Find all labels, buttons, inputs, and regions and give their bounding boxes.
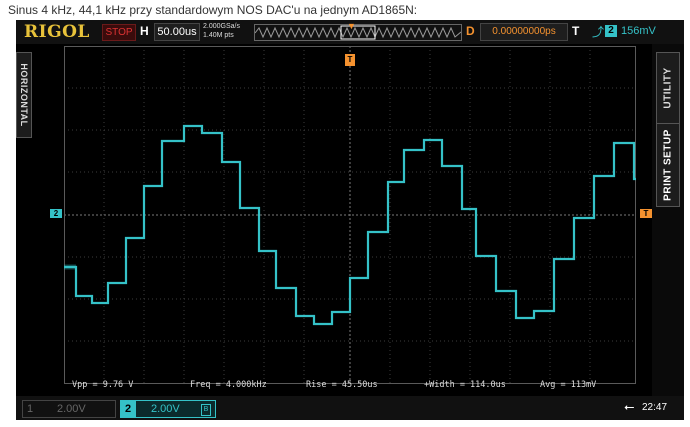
trigger-level-value[interactable]: 156mV [621, 25, 656, 37]
print-setup-tab-label: PRINT SETUP [662, 129, 674, 201]
horizontal-menu-tab[interactable]: HORIZONTAL [16, 52, 32, 138]
clock-time: 22:47 [642, 402, 668, 413]
memory-waveform-preview [254, 25, 462, 40]
measurement-rise: Rise = 45.50us [306, 380, 378, 390]
delay-label: D [466, 24, 475, 38]
channel2-number: 2 [120, 400, 136, 418]
memory-depth: 1.40M pts [203, 32, 234, 39]
channel2-indicator[interactable]: 2 2.00V B [120, 400, 216, 418]
waveform-graticule [64, 46, 636, 384]
measurement-width: +Width = 114.0us [424, 380, 506, 390]
print-setup-menu-tab[interactable]: PRINT SETUP [656, 123, 680, 207]
measurement-avg: Avg = 113mV [540, 380, 597, 390]
usb-icon: ⭠ [624, 399, 635, 414]
horizontal-label: H [140, 24, 149, 38]
channel1-scale: 2.00V [57, 403, 86, 415]
sample-rate: 2.000GSa/s [203, 23, 240, 30]
top-status-bar: RIGOL STOP H 50.00us 2.000GSa/s 1.40M pt… [16, 20, 684, 44]
brand-logo: RIGOL [24, 22, 90, 42]
horizontal-tab-label: HORIZONTAL [19, 63, 29, 127]
bottom-channel-bar: 1 2.00V 2 2.00V B ⭠ 22:47 [16, 396, 684, 420]
post-caption: Sinus 4 kHz, 44,1 kHz przy standardowym … [8, 3, 418, 17]
utility-tab-label: UTILITY [662, 67, 674, 109]
trigger-source-badge[interactable]: 2 [605, 25, 617, 37]
rising-edge-icon: ⤴ [592, 25, 605, 39]
utility-menu-tab[interactable]: UTILITY [656, 52, 680, 124]
timebase-value[interactable]: 50.00us [154, 23, 200, 41]
measurement-freq: Freq = 4.000kHz [190, 380, 267, 390]
trigger-position-top-marker: ▼ [347, 21, 356, 31]
trigger-level-marker[interactable]: T [640, 209, 652, 218]
channel2-scale: 2.00V [151, 403, 180, 415]
channel2-ground-marker[interactable]: 2 [50, 209, 62, 218]
channel1-number: 1 [27, 403, 34, 415]
run-stop-indicator[interactable]: STOP [102, 24, 136, 41]
trigger-position-marker[interactable]: T [345, 54, 355, 66]
trigger-label: T [572, 24, 580, 38]
oscilloscope-screen: RIGOL STOP H 50.00us 2.000GSa/s 1.40M pt… [16, 20, 684, 420]
bandwidth-limit-icon: B [201, 404, 211, 416]
memory-overview-strip [254, 24, 462, 41]
sample-rate-readout: 2.000GSa/s 1.40M pts [203, 22, 240, 40]
measurement-vpp: Vpp = 9.76 V [72, 380, 134, 390]
delay-value[interactable]: 0.00000000ps [480, 23, 568, 41]
channel1-indicator[interactable]: 1 2.00V [22, 400, 116, 418]
